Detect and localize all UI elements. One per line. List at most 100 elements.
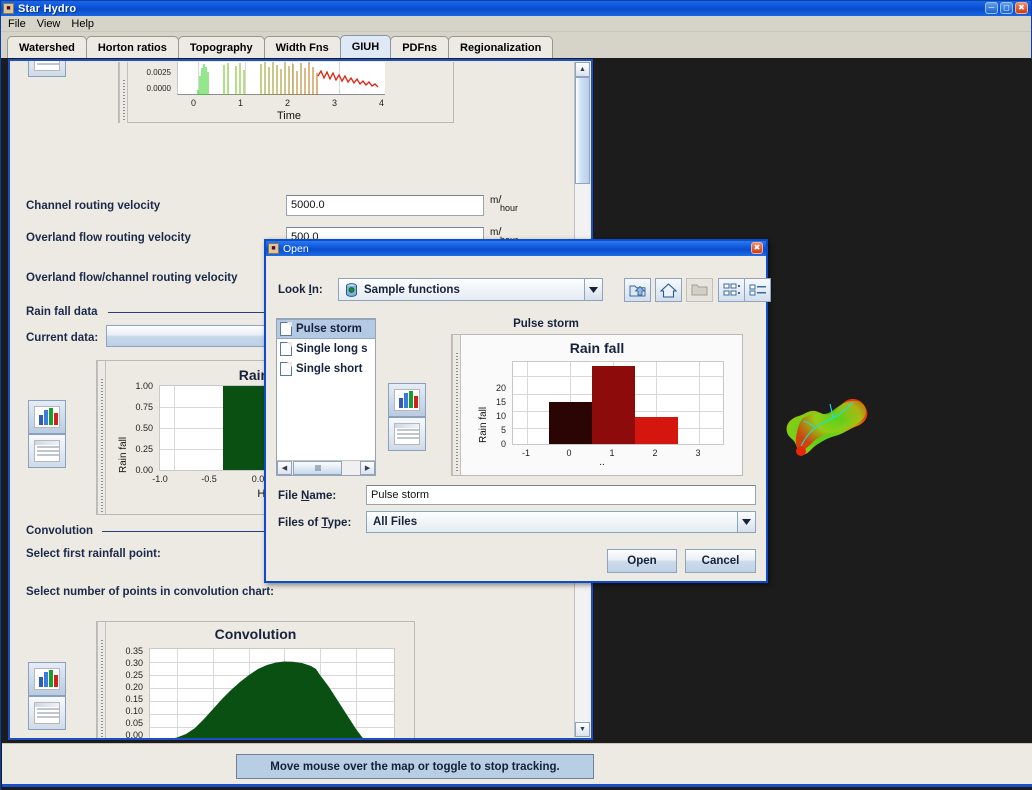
preview-chart-bar-1 bbox=[592, 366, 635, 444]
dialog-title-bar: ■ Open ✖ bbox=[266, 241, 766, 256]
files-of-type-combobox[interactable]: All Files bbox=[366, 511, 756, 533]
window-controls: ─ ◻ ✖ bbox=[985, 2, 1028, 14]
preview-chart-xlabel: .. bbox=[599, 457, 605, 468]
tab-topography[interactable]: Topography bbox=[177, 36, 265, 58]
table-icon bbox=[34, 61, 60, 71]
status-message-button[interactable]: Move mouse over the map or toggle to sto… bbox=[236, 754, 594, 779]
tab-horton-ratios[interactable]: Horton ratios bbox=[85, 36, 179, 58]
look-in-combobox[interactable]: Sample functions bbox=[338, 278, 603, 301]
giuh-top-chart-xtick-0: 0 bbox=[191, 98, 197, 108]
overland-flow-routing-velocity-label: Overland flow routing velocity bbox=[26, 232, 191, 244]
file-name-input[interactable]: Pulse storm bbox=[366, 485, 756, 505]
select-number-of-points-label: Select number of points in convolution c… bbox=[26, 586, 274, 598]
close-icon[interactable]: ✖ bbox=[1015, 2, 1028, 14]
dialog-app-icon: ■ bbox=[268, 243, 279, 254]
watershed-dem[interactable] bbox=[775, 384, 875, 464]
convolution-chart: Convolution 0.00 0.05 0.10 0.15 0.20 0.2… bbox=[96, 621, 415, 738]
preview-chart-xtick-0: -1 bbox=[521, 448, 530, 458]
giuh-top-chart: 0.0025 0.0000 0 1 2 3 4 Time bbox=[118, 62, 454, 123]
convolution-chart-ytick-3: 0.15 bbox=[125, 694, 143, 704]
menu-item-file[interactable]: File bbox=[5, 18, 34, 30]
preview-chart-split-grip[interactable] bbox=[452, 335, 461, 475]
giuh-top-chart-plot bbox=[177, 62, 385, 95]
convolution-chart-plot bbox=[149, 648, 395, 738]
tab-watershed[interactable]: Watershed bbox=[7, 36, 87, 58]
look-in-label-suffix: n: bbox=[311, 284, 323, 296]
tab-regionalization[interactable]: Regionalization bbox=[448, 36, 554, 58]
table-icon-rainfall bbox=[34, 440, 60, 462]
home-icon-button[interactable] bbox=[655, 278, 682, 302]
bar-chart-icon-button-convolution[interactable] bbox=[28, 662, 66, 696]
table-icon-preview bbox=[394, 423, 420, 445]
tab-pdfns[interactable]: PDFns bbox=[390, 36, 450, 58]
bar-chart-icon-button-preview[interactable] bbox=[388, 383, 426, 417]
giuh-top-chart-xtick-2: 2 bbox=[285, 98, 291, 108]
file-name-label-text: File bbox=[278, 490, 302, 502]
dialog-close-icon[interactable]: ✖ bbox=[751, 242, 763, 254]
tab-width-fns[interactable]: Width Fns bbox=[263, 36, 341, 58]
up-folder-icon-button[interactable] bbox=[624, 278, 651, 302]
tab-strip: Watershed Horton ratios Topography Width… bbox=[1, 32, 1031, 58]
files-of-type-label-suffix: ype: bbox=[327, 517, 352, 529]
application-window: ■ Star Hydro ─ ◻ ✖ File View Help Waters… bbox=[0, 0, 1032, 790]
file-list[interactable]: Pulse storm Single long s Single short ◀ bbox=[276, 318, 376, 476]
rainfall-chart-xtick-1: -0.5 bbox=[201, 474, 217, 484]
scroll-right-icon[interactable]: ▶ bbox=[360, 461, 375, 475]
tiles-view-icon-button[interactable] bbox=[718, 278, 745, 302]
status-bar: Move mouse over the map or toggle to sto… bbox=[2, 743, 1032, 787]
home-icon bbox=[660, 282, 677, 298]
look-in-label: Look In: bbox=[278, 284, 323, 296]
menu-item-view[interactable]: View bbox=[34, 18, 69, 30]
details-view-icon bbox=[749, 284, 766, 296]
convolution-view-toggle-group bbox=[28, 662, 66, 730]
menu-item-help[interactable]: Help bbox=[68, 18, 102, 30]
channel-routing-velocity-label: Channel routing velocity bbox=[26, 200, 161, 212]
preview-chart-ytick-1: 5 bbox=[500, 425, 506, 435]
cancel-button[interactable]: Cancel bbox=[685, 549, 756, 573]
chevron-down-icon-2[interactable] bbox=[737, 512, 755, 532]
unit-denominator: hour bbox=[500, 203, 519, 213]
preview-chart-xtick-4: 3 bbox=[695, 448, 701, 458]
giuh-top-chart-series bbox=[197, 62, 379, 95]
rainfall-chart-ytick-2: 0.50 bbox=[135, 423, 153, 433]
table-icon-button-convolution[interactable] bbox=[28, 696, 66, 730]
file-list-horizontal-scrollbar[interactable]: ◀ ▶ bbox=[277, 460, 375, 475]
list-item-pulse-storm[interactable]: Pulse storm bbox=[277, 319, 375, 339]
tiles-view-icon bbox=[723, 283, 740, 296]
tab-giuh[interactable]: GIUH bbox=[339, 35, 392, 58]
scroll-left-icon[interactable]: ◀ bbox=[277, 461, 292, 475]
rainfall-chart-split-grip[interactable] bbox=[97, 361, 106, 514]
table-icon-header-preview bbox=[395, 424, 419, 428]
top-view-toggle-group bbox=[28, 61, 66, 77]
current-data-label: Current data: bbox=[26, 332, 99, 344]
table-icon-button-top[interactable] bbox=[28, 61, 66, 77]
table-icon-convolution bbox=[34, 702, 60, 724]
up-folder-icon bbox=[629, 285, 646, 296]
list-item-single-short[interactable]: Single short bbox=[277, 359, 375, 379]
select-first-rainfall-point-label: Select first rainfall point: bbox=[26, 548, 161, 560]
scroll-down-icon[interactable]: ▼ bbox=[575, 722, 590, 737]
rainfall-chart-ytick-4: 1.00 bbox=[135, 381, 153, 391]
title-bar: ■ Star Hydro ─ ◻ ✖ bbox=[1, 1, 1031, 16]
details-view-icon-button[interactable] bbox=[744, 278, 771, 302]
table-icon-rows-preview bbox=[397, 429, 419, 441]
table-icon-button-preview[interactable] bbox=[388, 417, 426, 451]
preview-chart-title: Rain fall bbox=[569, 340, 625, 356]
scrollbar-thumb[interactable] bbox=[575, 77, 590, 184]
chevron-down-icon[interactable] bbox=[584, 279, 602, 300]
bar-chart-icon-button-rainfall[interactable] bbox=[28, 400, 66, 434]
channel-routing-velocity-input[interactable]: 5000.0 bbox=[286, 195, 484, 216]
minimize-icon[interactable]: ─ bbox=[985, 2, 998, 14]
scroll-up-icon[interactable]: ▲ bbox=[575, 62, 590, 77]
table-icon-button-rainfall[interactable] bbox=[28, 434, 66, 468]
maximize-icon[interactable]: ◻ bbox=[1000, 2, 1013, 14]
status-bar-accent bbox=[2, 784, 1032, 787]
preview-chart-ytick-4: 20 bbox=[495, 383, 506, 393]
rainfall-chart-xtick-0: -1.0 bbox=[152, 474, 168, 484]
table-icon-rows-convolution bbox=[37, 708, 59, 720]
giuh-top-chart-split-grip[interactable] bbox=[119, 62, 128, 123]
convolution-chart-title: Convolution bbox=[214, 626, 297, 642]
open-button[interactable]: Open bbox=[607, 549, 677, 573]
list-item-single-long-storm[interactable]: Single long s bbox=[277, 339, 375, 359]
file-list-scroll-thumb[interactable] bbox=[292, 461, 343, 475]
